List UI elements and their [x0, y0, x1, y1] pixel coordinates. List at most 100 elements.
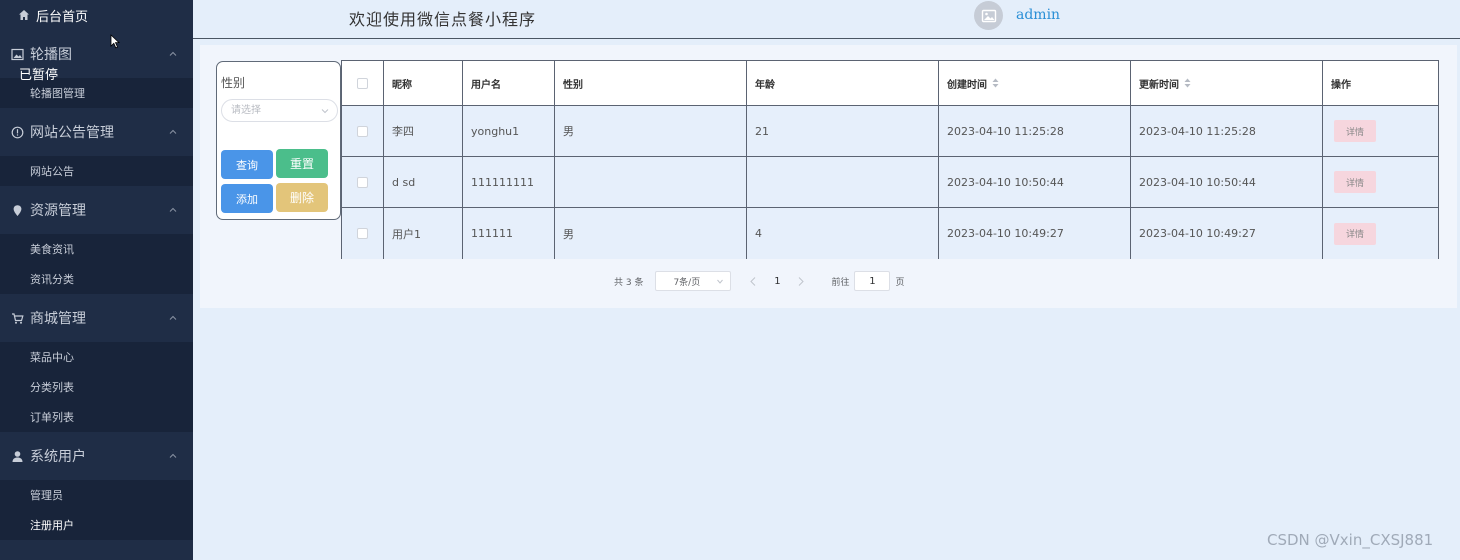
sidebar-item-news-category[interactable]: 资讯分类: [0, 264, 193, 294]
gender-filter-label: 性别: [221, 76, 246, 90]
sidebar-item-home[interactable]: 后台首页: [0, 0, 193, 30]
cell-text: 111111: [471, 227, 513, 240]
cell-age: 4: [746, 208, 938, 259]
select-all-checkbox[interactable]: [357, 77, 368, 89]
cell-text: yonghu1: [471, 124, 520, 138]
row-checkbox[interactable]: [357, 176, 368, 188]
cell-created: 2023-04-10 10:50:44: [938, 157, 1130, 208]
sidebar-group-resource-title: 资源管理: [30, 203, 86, 219]
cell-text: 2023-04-10 11:25:28: [1139, 124, 1256, 138]
avatar[interactable]: [974, 1, 1003, 30]
app-title: 欢迎使用微信点餐小程序: [349, 10, 537, 29]
image-placeholder-icon: [981, 9, 996, 22]
cell-updated: 2023-04-10 11:25:28: [1130, 106, 1322, 157]
cell-text: 2023-04-10 10:49:27: [947, 227, 1064, 240]
cell-text: 4: [755, 227, 762, 240]
detail-button[interactable]: 详情: [1334, 120, 1376, 142]
table-row: 李四 yonghu1 男 21 2023-04-10 11:25:28 2023…: [341, 106, 1439, 157]
query-button[interactable]: 查询: [221, 150, 273, 179]
page-size-value: 7条/页: [673, 277, 701, 288]
top-header: 欢迎使用微信点餐小程序 admin: [193, 0, 1460, 39]
detail-button[interactable]: 详情: [1334, 222, 1376, 245]
cell-age: [746, 157, 938, 208]
sidebar-item-admin[interactable]: 管理员: [0, 480, 193, 510]
goto-page-input[interactable]: 1: [854, 271, 891, 291]
table-row: d sd 111111111 2023-04-10 10:50:44 2023-…: [341, 157, 1439, 208]
row-checkbox-cell: [341, 208, 383, 259]
user-table: 昵称 用户名 性别 年龄 创建时间 更新时间 操作 李四 yonghu1 男 2…: [341, 60, 1439, 259]
sidebar-item-food-news[interactable]: 美食资讯: [0, 234, 193, 264]
cell-created: 2023-04-10 10:49:27: [938, 208, 1130, 259]
sidebar-item-category-list[interactable]: 分类列表: [0, 372, 193, 402]
next-page-button[interactable]: [791, 271, 811, 291]
sidebar-group-shop-title: 商城管理: [30, 311, 86, 327]
header-checkbox-cell: [341, 60, 383, 106]
chevron-left-icon: [750, 276, 756, 286]
cell-updated: 2023-04-10 10:50:44: [1130, 157, 1322, 208]
username[interactable]: admin: [1016, 7, 1060, 23]
image-icon: [11, 48, 24, 61]
gender-select[interactable]: 请选择: [221, 99, 338, 122]
sidebar-item-registered-users[interactable]: 注册用户: [0, 510, 193, 540]
detail-button[interactable]: 详情: [1334, 171, 1376, 193]
chevron-down-icon: [717, 279, 724, 284]
column-header-updated[interactable]: 更新时间: [1130, 60, 1322, 106]
page-size-select[interactable]: 7条/页: [655, 271, 732, 291]
sidebar-group-system-user-title: 系统用户: [30, 449, 86, 465]
info-circle-icon: [11, 126, 24, 139]
table-header-row: 昵称 用户名 性别 年龄 创建时间 更新时间 操作: [341, 60, 1439, 106]
sidebar-item-notice[interactable]: 网站公告: [0, 156, 193, 186]
sidebar-item-label: 订单列表: [30, 411, 74, 424]
reset-button[interactable]: 重置: [276, 149, 328, 178]
delete-button[interactable]: 删除: [276, 183, 328, 212]
column-header-age: 年龄: [746, 60, 938, 106]
sidebar-item-label: 轮播图管理: [30, 87, 85, 100]
sidebar-item-label: 菜品中心: [30, 351, 74, 364]
prev-page-button[interactable]: [743, 271, 763, 291]
user-icon: [11, 450, 24, 463]
cell-age: 21: [746, 106, 938, 157]
sidebar-group-notice[interactable]: 网站公告管理: [0, 108, 193, 156]
sidebar-group-shop[interactable]: 商城管理: [0, 294, 193, 342]
cell-text: 2023-04-10 10:50:44: [947, 175, 1064, 189]
column-header-nickname: 昵称: [383, 60, 462, 106]
row-checkbox[interactable]: [357, 125, 368, 137]
column-header-label: 昵称: [392, 79, 412, 91]
pagination-total: 共 3 条: [614, 277, 644, 288]
sort-icon[interactable]: [1184, 78, 1191, 88]
sidebar-item-label: 分类列表: [30, 381, 74, 394]
row-checkbox-cell: [341, 106, 383, 157]
sidebar-item-label: 网站公告: [30, 165, 74, 178]
chevron-down-icon: [321, 109, 329, 114]
column-header-username: 用户名: [462, 60, 554, 106]
cell-text: 2023-04-10 11:25:28: [947, 124, 1064, 138]
column-header-created[interactable]: 创建时间: [938, 60, 1130, 106]
cell-gender: 男: [554, 208, 746, 259]
add-button[interactable]: 添加: [221, 184, 273, 213]
column-header-label: 操作: [1331, 79, 1351, 91]
page-number-current[interactable]: 1: [763, 276, 791, 287]
cell-text: 男: [563, 125, 574, 138]
column-header-actions: 操作: [1322, 60, 1439, 106]
paused-overlay-text: 已暂停: [19, 68, 59, 83]
sidebar-group-system-user[interactable]: 系统用户: [0, 432, 193, 480]
cell-text: 李四: [392, 125, 414, 138]
sidebar-item-label: 资讯分类: [30, 273, 74, 286]
sort-icon[interactable]: [992, 78, 999, 88]
sidebar-item-dish-center[interactable]: 菜品中心: [0, 342, 193, 372]
cell-text: 21: [755, 124, 769, 138]
chevron-up-icon: [169, 129, 177, 134]
home-icon: [19, 10, 29, 20]
row-checkbox-cell: [341, 157, 383, 208]
sidebar-item-label: 美食资讯: [30, 243, 74, 256]
mouse-cursor-icon: [110, 34, 120, 49]
sidebar-item-order-list[interactable]: 订单列表: [0, 402, 193, 432]
row-checkbox[interactable]: [357, 228, 368, 239]
chevron-up-icon: [169, 51, 177, 56]
cell-text: 2023-04-10 10:49:27: [1139, 227, 1256, 240]
watermark-text: CSDN @Vxin_CXSJ881: [1267, 531, 1434, 549]
sidebar-group-resource[interactable]: 资源管理: [0, 186, 193, 234]
chevron-up-icon: [169, 315, 177, 320]
cell-created: 2023-04-10 11:25:28: [938, 106, 1130, 157]
cell-text: 2023-04-10 10:50:44: [1139, 175, 1256, 189]
